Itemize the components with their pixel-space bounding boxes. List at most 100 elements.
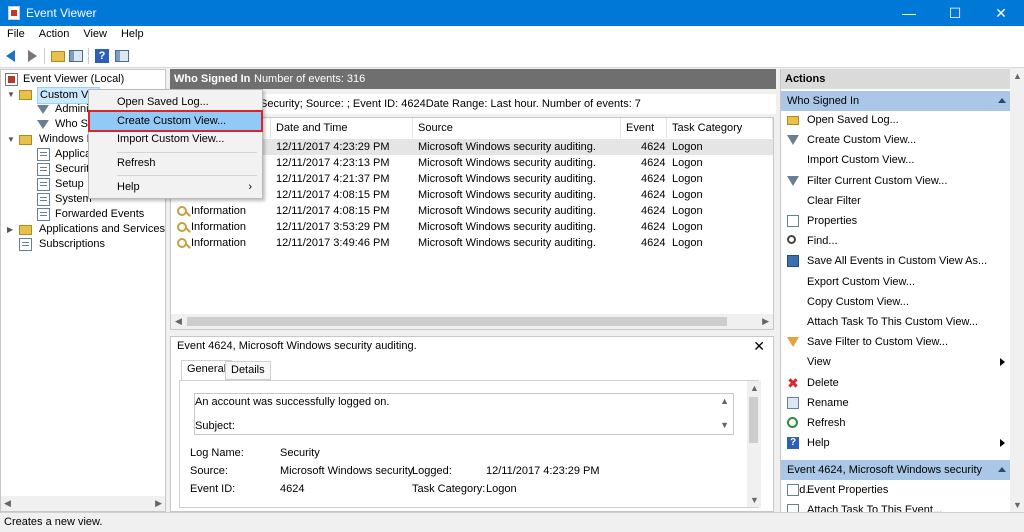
minimize-button[interactable]: — (886, 0, 932, 26)
action-event-properties[interactable]: Event Properties (781, 480, 1011, 500)
folder-icon (787, 116, 799, 125)
action-properties[interactable]: Properties (781, 211, 1011, 231)
expand-chevron-icon[interactable]: ▶ (7, 222, 15, 237)
cell-task-category: Logon (672, 173, 703, 185)
action-refresh[interactable]: Refresh (781, 413, 1011, 433)
menu-action[interactable]: Action (32, 26, 77, 42)
attach-task-icon (787, 504, 799, 512)
menu-item-refresh[interactable]: Refresh (89, 153, 262, 173)
view-header: Who Signed In Number of events: 316 (170, 69, 776, 89)
submenu-arrow-icon (1000, 439, 1005, 448)
scroll-left-icon[interactable]: ◀ (175, 316, 182, 327)
show-action-pane-button[interactable] (114, 48, 130, 64)
details-vertical-scrollbar[interactable]: ▲ ▼ (747, 381, 761, 507)
menu-help[interactable]: Help (114, 26, 151, 42)
scroll-right-icon[interactable]: ▶ (762, 316, 769, 327)
column-header-source[interactable]: Source (413, 118, 621, 138)
column-header-task-category[interactable]: Task Category (667, 118, 773, 138)
scroll-down-icon[interactable]: ▼ (720, 420, 729, 430)
action-import-custom-view[interactable]: Import Custom View... (781, 150, 1011, 170)
delete-icon: ✖ (787, 374, 799, 391)
action-save-filter-to-custom-view[interactable]: Save Filter to Custom View... (781, 332, 1011, 352)
view-title: Who Signed In (174, 73, 251, 85)
tree-horizontal-scrollbar[interactable]: ◀ ▶ (1, 496, 165, 511)
scroll-up-icon[interactable]: ▲ (1013, 71, 1022, 81)
menu-item-help[interactable]: Help › (89, 177, 262, 197)
menu-view[interactable]: View (76, 26, 114, 42)
action-attach-task-to-this-event[interactable]: Attach Task To This Event... (781, 500, 1011, 512)
actions-section-event[interactable]: Event 4624, Microsoft Windows security a… (781, 460, 1011, 496)
event-viewer-app-icon (8, 6, 20, 20)
collapse-arrow-icon[interactable] (998, 98, 1006, 103)
event-list-horizontal-scrollbar[interactable]: ◀ ▶ (171, 314, 773, 329)
action-delete[interactable]: ✖ Delete (781, 373, 1011, 393)
menu-item-import-custom-view[interactable]: Import Custom View... (89, 129, 262, 149)
maximize-button[interactable]: ☐ (932, 0, 978, 26)
details-close-icon[interactable]: ✕ (753, 338, 765, 355)
cell-source: Microsoft Windows security auditing. (418, 173, 596, 185)
refresh-icon (787, 417, 798, 428)
expand-chevron-icon[interactable]: ▼ (7, 132, 15, 147)
table-row[interactable]: Information 12/11/2017 3:53:29 PM Microsof… (171, 219, 773, 235)
event-viewer-icon (5, 73, 18, 86)
cell-date: 12/11/2017 3:53:29 PM (276, 221, 390, 233)
show-hide-console-tree-button[interactable] (68, 48, 84, 64)
action-label: View (807, 356, 831, 369)
action-copy-custom-view[interactable]: Copy Custom View... (781, 292, 1011, 312)
expand-chevron-icon[interactable]: ▼ (7, 87, 15, 102)
action-create-custom-view[interactable]: Create Custom View... (781, 130, 1011, 150)
log-name-label: Log Name: (190, 447, 244, 459)
action-rename[interactable]: Rename (781, 393, 1011, 413)
source-label: Source: (190, 465, 228, 477)
forward-arrow-icon (28, 50, 37, 62)
action-attach-task-to-this-custom-view[interactable]: Attach Task To This Custom View... (781, 312, 1011, 332)
table-row[interactable]: Information 12/11/2017 3:49:46 PM Microsof… (171, 235, 773, 251)
action-help[interactable]: ? Help (781, 433, 1011, 453)
forward-button[interactable] (24, 48, 40, 64)
action-clear-filter[interactable]: Clear Filter (781, 191, 1011, 211)
section-label: Who Signed In (787, 95, 860, 107)
rename-icon (787, 396, 799, 409)
up-folder-button[interactable] (50, 48, 66, 64)
scroll-right-icon[interactable]: ▶ (155, 498, 162, 509)
event-details-pane: Event 4624, Microsoft Windows security a… (170, 336, 774, 512)
close-button[interactable]: ✕ (978, 0, 1024, 26)
menu-item-open-saved-log[interactable]: Open Saved Log... (89, 92, 262, 112)
menu-file[interactable]: File (0, 26, 32, 42)
actions-title: Actions (781, 69, 1024, 89)
scroll-down-icon[interactable]: ▼ (750, 495, 759, 505)
menu-item-create-custom-view[interactable]: Create Custom View... (88, 110, 263, 132)
scroll-down-icon[interactable]: ▼ (1013, 500, 1022, 510)
scroll-left-icon[interactable]: ◀ (4, 498, 11, 509)
tree-label: Applica (55, 148, 92, 160)
action-view[interactable]: View (781, 352, 1011, 372)
tab-details[interactable]: Details (225, 361, 271, 380)
actions-vertical-scrollbar[interactable]: ▲ ▼ (1010, 69, 1024, 512)
scroll-thumb[interactable] (749, 397, 758, 443)
action-open-saved-log[interactable]: Open Saved Log... (781, 110, 1011, 130)
back-button[interactable] (4, 48, 20, 64)
action-find[interactable]: Find... (781, 231, 1011, 251)
back-arrow-icon (6, 50, 15, 62)
tree-label: Forwarded Events (55, 208, 145, 220)
collapse-arrow-icon[interactable] (998, 467, 1006, 472)
column-header-date-and-time[interactable]: Date and Time (271, 118, 413, 138)
action-save-all-events-in-custom-view-as[interactable]: Save All Events in Custom View As... (781, 251, 1011, 271)
action-filter-current-custom-view[interactable]: Filter Current Custom View... (781, 171, 1011, 191)
table-row[interactable]: Information 12/11/2017 4:08:15 PM Microsof… (171, 203, 773, 219)
help-button[interactable]: ? (94, 48, 110, 64)
scroll-up-icon[interactable]: ▲ (720, 396, 729, 406)
column-header-event-id[interactable]: Event ID (621, 118, 667, 154)
event-description-box[interactable]: An account was successfully logged on. S… (194, 393, 734, 435)
cell-date: 12/11/2017 4:08:15 PM (276, 205, 390, 217)
action-pane-icon (115, 50, 129, 62)
toolbar-divider (88, 48, 89, 64)
tree-label: System (55, 193, 92, 205)
action-export-custom-view[interactable]: Export Custom View... (781, 272, 1011, 292)
scroll-thumb[interactable] (187, 317, 727, 326)
scroll-up-icon[interactable]: ▲ (750, 383, 759, 393)
action-label: Save All Events in Custom View As... (807, 255, 988, 268)
actions-section-who-signed-in[interactable]: Who Signed In (781, 91, 1011, 111)
tree-label: Applications and Services Lo (39, 223, 165, 235)
source-value: Microsoft Windows security (280, 465, 414, 477)
